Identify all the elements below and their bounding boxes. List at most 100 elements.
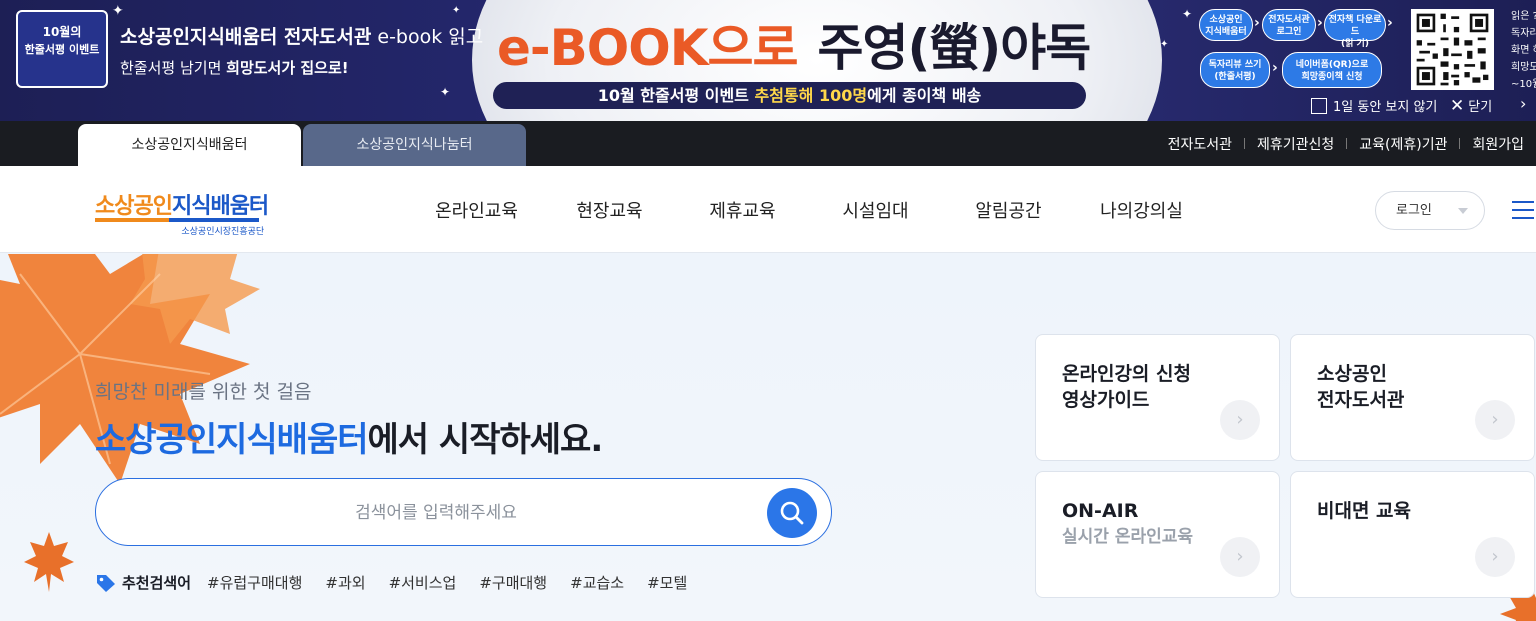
- checkbox-icon[interactable]: [1311, 97, 1327, 114]
- recommended-keywords: 추천검색어 #유럽구매대행 #과외 #서비스업 #구매대행 #교습소 #모텔: [95, 572, 710, 593]
- hamburger-icon[interactable]: [1512, 201, 1534, 219]
- keyword-link[interactable]: #구매대행: [479, 572, 547, 593]
- hamburger-line: [1512, 209, 1534, 211]
- keyword-link[interactable]: #교습소: [570, 572, 624, 593]
- sparkle-icon: ✦: [452, 5, 461, 16]
- nav-notices[interactable]: 알림공간: [942, 197, 1075, 223]
- sparkle-icon: ✦: [1160, 39, 1169, 50]
- banner-next-arrow[interactable]: ›: [1520, 94, 1526, 113]
- utility-links: 전자도서관 제휴기관신청 교육(제휴)기관 회원가입: [1156, 121, 1536, 166]
- tag-icon: [97, 574, 115, 592]
- step-2-line1: 전자도서관: [1268, 15, 1310, 25]
- nav-online-education[interactable]: 온라인교육: [410, 197, 543, 223]
- card-on-air[interactable]: ON-AIR 실시간 온라인교육 ›: [1035, 471, 1280, 598]
- nav-onsite-education[interactable]: 현장교육: [543, 197, 676, 223]
- logo-text: 소상공인지식배움터: [95, 188, 269, 220]
- search-icon: [780, 501, 804, 525]
- hero-title: 소상공인지식배움터에서 시작하세요.: [95, 412, 604, 461]
- hamburger-line: [1512, 217, 1534, 219]
- card-title: ON-AIR: [1062, 500, 1139, 522]
- sparkle-icon: ✦: [112, 3, 124, 19]
- pill-suffix: 에게 종이책 배송: [867, 86, 982, 105]
- util-link-signup[interactable]: 회원가입: [1460, 134, 1536, 154]
- qr-code-icon[interactable]: [1411, 9, 1494, 90]
- keyword-link[interactable]: #과외: [325, 572, 365, 593]
- util-link-partner-apply[interactable]: 제휴기관신청: [1245, 134, 1346, 154]
- chevron-right-icon: ›: [1475, 400, 1515, 440]
- login-select-label: 로그인: [1396, 203, 1432, 218]
- pill-highlight1: 추첨통해: [754, 86, 814, 105]
- keyword-link[interactable]: #모텔: [647, 572, 687, 593]
- card-title: 소상공인 전자도서관: [1317, 361, 1404, 413]
- hamburger-line: [1512, 201, 1534, 203]
- hero-title-rest: 에서 시작하세요.: [367, 420, 604, 460]
- hero-section: 희망찬 미래를 위한 첫 걸음 소상공인지식배움터에서 시작하세요. 추천검색어…: [0, 254, 1536, 621]
- card-title-line2: 전자도서관: [1317, 389, 1405, 411]
- nav-partner-education[interactable]: 제휴교육: [676, 197, 809, 223]
- card-ebook-library[interactable]: 소상공인 전자도서관 ›: [1290, 334, 1535, 461]
- step-3: 전자책 다운로드 (읽 기): [1324, 9, 1386, 49]
- search-button[interactable]: [767, 488, 817, 538]
- tab-knowledge-sharing[interactable]: 소상공인지식나눔터: [303, 124, 526, 166]
- promo-banner[interactable]: ✦ ✦ ✦ ✦ ✦ 10월의 한줄서평 이벤트 소상공인지식배움터 전자도서관 …: [0, 0, 1536, 121]
- recommended-label: 추천검색어: [122, 574, 192, 592]
- side-text-line: 독자리: [1511, 28, 1536, 39]
- side-text-line: 희망도: [1511, 62, 1536, 73]
- book-badge: 10월의 한줄서평 이벤트: [16, 10, 108, 88]
- chevron-right-icon: ›: [1220, 537, 1260, 577]
- chevron-right-icon: ›: [1317, 15, 1323, 31]
- card-title-line1: 소상공인: [1317, 363, 1387, 385]
- util-link-ebook-library[interactable]: 전자도서관: [1156, 134, 1244, 154]
- card-subtitle: 실시간 온라인교육: [1062, 527, 1194, 547]
- side-text-line: 화면 하: [1511, 45, 1536, 56]
- nav-facility-rental[interactable]: 시설임대: [809, 197, 942, 223]
- tab-knowledge-learning[interactable]: 소상공인지식배움터: [78, 124, 301, 166]
- sparkle-icon: ✦: [440, 85, 451, 99]
- dont-show-today-checkbox[interactable]: 1일 동안 보지 않기: [1311, 96, 1437, 115]
- site-tab-bar: 소상공인지식배움터 소상공인지식나눔터 전자도서관 제휴기관신청 교육(제휴)기…: [0, 121, 1536, 166]
- card-online-guide[interactable]: 온라인강의 신청 영상가이드 ›: [1035, 334, 1280, 461]
- ebook-title: e-BOOK으로 주영(螢)야독: [497, 8, 1092, 80]
- badge-line1: 10월의: [42, 25, 82, 39]
- banner-subline: 한줄서평 남기면 희망도서가 집으로!: [120, 57, 349, 78]
- chevron-right-icon: ›: [1387, 15, 1393, 31]
- qr-code-graphic: [1414, 11, 1491, 88]
- chevron-right-icon: ›: [1254, 15, 1260, 31]
- keyword-link[interactable]: #서비스업: [389, 572, 457, 593]
- step-1-line2: 지식배움터: [1205, 27, 1247, 37]
- badge-line2: 한줄서평 이벤트: [24, 43, 100, 56]
- site-logo[interactable]: 소상공인지식배움터 소상공인시장진흥공단: [95, 188, 269, 237]
- step-5-line1: 네이버폼(QR)으로: [1295, 60, 1369, 70]
- step-4-line2: (한줄서평): [1214, 72, 1256, 82]
- search-box: [95, 478, 832, 546]
- nav-my-classroom[interactable]: 나의강의실: [1075, 197, 1208, 223]
- side-text-line: 읽은 ?: [1511, 11, 1536, 22]
- chevron-right-icon: ›: [1475, 537, 1515, 577]
- logo-subtitle: 소상공인시장진흥공단: [181, 227, 265, 237]
- card-title-line2: 영상가이드: [1062, 389, 1150, 411]
- step-5-line2: 희망종이책 신청: [1301, 72, 1363, 82]
- step-1: 소상공인 지식배움터: [1199, 9, 1253, 41]
- close-icon: ✕: [1450, 96, 1465, 116]
- keyword-link[interactable]: #유럽구매대행: [207, 572, 302, 593]
- ebook-title-orange: e-BOOK으로: [497, 19, 799, 77]
- sparkle-icon: ✦: [1182, 7, 1193, 21]
- util-link-edu-institution[interactable]: 교육(제휴)기관: [1347, 134, 1459, 154]
- login-select[interactable]: 로그인: [1375, 191, 1485, 230]
- chevron-right-icon: ›: [1272, 60, 1278, 76]
- event-pill: 10월 한줄서평 이벤트 추첨통해 100명에게 종이책 배송: [493, 82, 1086, 109]
- card-title: 온라인강의 신청 영상가이드: [1062, 361, 1191, 413]
- card-remote-education[interactable]: 비대면 교육 ›: [1290, 471, 1535, 598]
- banner-headline-rest: e-book 읽고: [371, 26, 484, 48]
- maple-leaf-icon: [24, 532, 74, 592]
- banner-headline: 소상공인지식배움터 전자도서관 e-book 읽고: [120, 22, 483, 49]
- ebook-title-dark: 주영(螢)야독: [817, 19, 1092, 77]
- banner-close-button[interactable]: ✕ 닫기: [1450, 96, 1492, 116]
- main-header: 소상공인지식배움터 소상공인시장진흥공단 온라인교육 현장교육 제휴교육 시설임…: [0, 166, 1536, 253]
- search-input[interactable]: [126, 489, 746, 537]
- step-3-line2: (읽 기): [1341, 39, 1369, 49]
- logo-part2: 지식배움터: [171, 194, 269, 219]
- step-4: 독자리뷰 쓰기 (한줄서평): [1200, 52, 1270, 88]
- main-nav: 온라인교육 현장교육 제휴교육 시설임대 알림공간 나의강의실: [410, 166, 1208, 253]
- dont-show-today-label: 1일 동안 보지 않기: [1333, 100, 1438, 115]
